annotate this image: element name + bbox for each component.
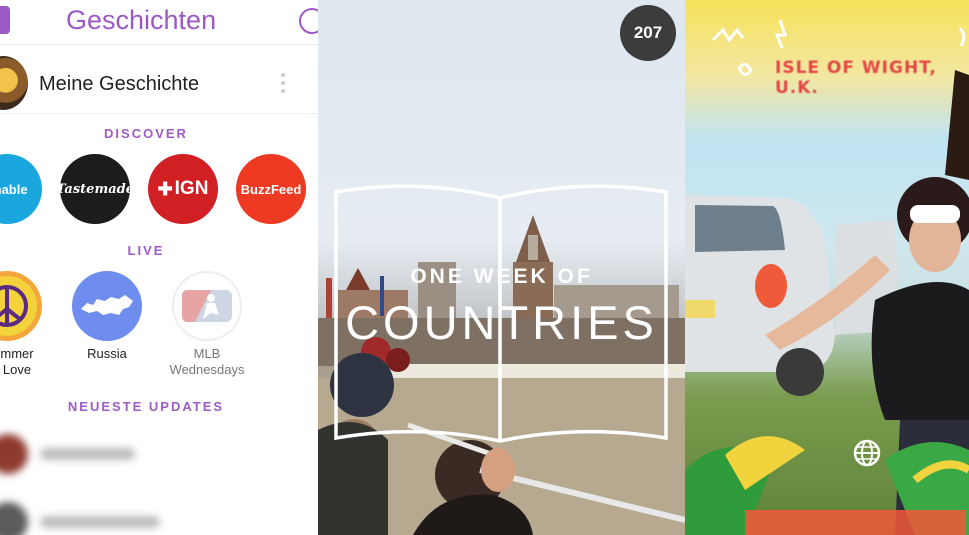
- russia-map-icon: [81, 295, 133, 315]
- list-item[interactable]: [0, 502, 228, 535]
- mlb-logo-icon: [182, 290, 232, 322]
- story-title-line2: COUNTRIES: [345, 296, 658, 349]
- channel-label: BuzzFeed: [240, 181, 302, 197]
- view-count-badge: 207: [620, 5, 676, 61]
- live-story-label: mmer Love: [0, 346, 34, 377]
- more-options-icon[interactable]: [280, 73, 288, 97]
- live-story-label: Russia: [87, 346, 127, 361]
- live-story-summer-love[interactable]: [0, 271, 42, 341]
- divider: [0, 113, 318, 114]
- channel-label: shable: [0, 181, 28, 197]
- header-divider: [0, 44, 318, 45]
- channel-label: IGN: [174, 178, 209, 199]
- section-recent-updates: NEUESTE UPDATES: [67, 399, 225, 414]
- live-story-label: MLB Wednesdays: [169, 346, 245, 377]
- avatar: [0, 502, 28, 535]
- discover-channel-mashable[interactable]: shable: [0, 154, 42, 224]
- channel-label: Tastemade: [56, 181, 134, 197]
- story-title-line1: ONE WEEK OF: [410, 265, 593, 288]
- peace-sign-icon: [0, 285, 28, 327]
- my-story-avatar[interactable]: [0, 56, 28, 110]
- list-item[interactable]: [0, 434, 228, 474]
- page-title: Geschichten: [66, 5, 217, 35]
- stories-panel: Geschichten Meine Geschichte DISCOVER sh…: [0, 0, 318, 535]
- friend-name-blurred: [40, 448, 135, 460]
- live-story-mlb-wednesdays[interactable]: [172, 271, 242, 341]
- avatar: [0, 434, 28, 474]
- discover-channel-buzzfeed[interactable]: BuzzFeed: [236, 154, 306, 224]
- add-story-button[interactable]: [299, 8, 318, 34]
- section-discover: DISCOVER: [104, 126, 188, 141]
- discover-channel-ign[interactable]: ✚ IGN: [148, 154, 218, 224]
- geofilter-text: ISLE OF WIGHT, U.K.: [775, 58, 937, 98]
- discover-channel-tastemade[interactable]: Tastemade: [56, 154, 134, 224]
- our-story-panel[interactable]: 207 ONE WEEK OF COUNTRIES: [318, 0, 685, 535]
- profile-button[interactable]: [0, 6, 10, 34]
- my-story-label[interactable]: Meine Geschichte: [39, 73, 199, 96]
- live-snap-panel[interactable]: ISLE OF WIGHT, U.K.: [685, 0, 969, 535]
- friend-name-blurred: [40, 516, 160, 528]
- section-live: LIVE: [127, 243, 165, 258]
- globe-icon: [853, 439, 881, 467]
- live-story-russia[interactable]: [72, 271, 142, 341]
- ign-logo-icon: ✚: [157, 178, 173, 199]
